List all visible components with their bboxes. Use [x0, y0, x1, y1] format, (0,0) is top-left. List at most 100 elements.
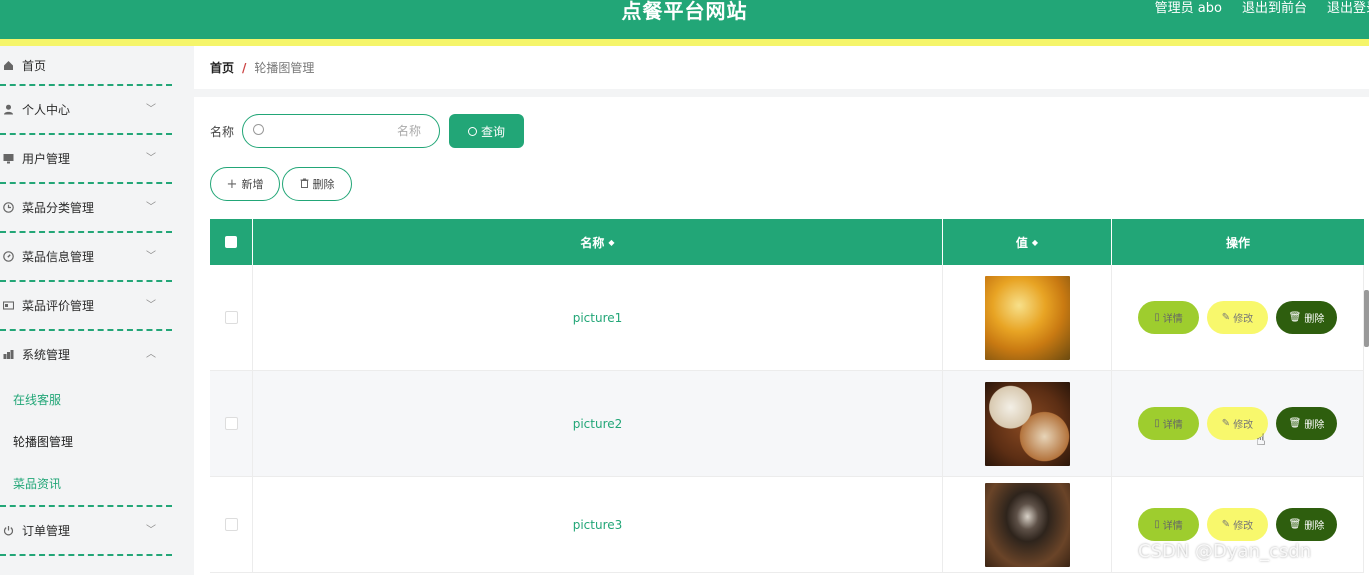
chart-icon	[2, 349, 14, 361]
sidebar-item-dish-info[interactable]: 菜品信息管理 ﹀	[0, 233, 172, 282]
ops-cell: ▯ 详情 ✎ 修改 🗑 删除	[1112, 265, 1364, 370]
delete-button[interactable]: 🗑 删除	[1276, 508, 1337, 541]
row-checkbox[interactable]	[224, 311, 238, 324]
row-actions: ▯ 详情 ✎ 修改 🗑 删除	[1138, 301, 1337, 334]
search-row: 名称 查询	[210, 114, 525, 148]
search-box[interactable]	[242, 114, 441, 148]
row-checkbox-cell	[210, 371, 253, 476]
sidebar-item-system[interactable]: 系统管理 ︿	[0, 331, 172, 378]
delete-label: 删除	[1304, 314, 1325, 325]
table-row: picture2 ▯ 详情 ✎ 修改 🗑 删除	[210, 371, 1364, 477]
document-icon: ▯	[1154, 312, 1160, 323]
row-checkbox[interactable]	[224, 518, 238, 531]
pencil-icon: ✎	[1221, 418, 1231, 429]
delete-button[interactable]: 🗑 删除	[1276, 301, 1337, 334]
pencil-icon: ✎	[1221, 519, 1231, 530]
search-icon	[253, 124, 265, 135]
vertical-scrollbar[interactable]	[1364, 290, 1369, 347]
ops-cell: ▯ 详情 ✎ 修改 🗑 删除	[1112, 371, 1364, 476]
row-name: picture3	[572, 517, 623, 532]
row-actions: ▯ 详情 ✎ 修改 🗑 删除	[1138, 407, 1337, 440]
chevron-down-icon: ﹀	[146, 300, 156, 311]
value-cell	[943, 371, 1112, 476]
trash-icon: 🗑	[1288, 519, 1302, 530]
batch-delete-button[interactable]: 删除	[282, 167, 352, 201]
name-cell: picture3	[253, 477, 943, 572]
food-thumbnail[interactable]	[984, 482, 1070, 567]
header-stripe	[0, 39, 1369, 46]
header-right: 管理员 abo 退出到前台 退出登录	[1155, 0, 1369, 22]
food-thumbnail[interactable]	[984, 275, 1070, 360]
sidebar-item-users[interactable]: 用户管理 ﹀	[0, 135, 172, 184]
edit-button[interactable]: ✎ 修改	[1207, 301, 1268, 334]
content-panel: 名称 查询 + 新增 删除	[194, 97, 1369, 575]
edit-label: 修改	[1233, 420, 1254, 431]
edit-button[interactable]: ✎ 修改	[1207, 508, 1268, 541]
home-icon	[2, 59, 14, 71]
admin-user-label: 管理员 abo	[1154, 1, 1222, 16]
chevron-down-icon: ﹀	[146, 104, 156, 115]
select-all-checkbox[interactable]	[225, 236, 237, 248]
back-to-front-link[interactable]: 退出到前台	[1242, 0, 1307, 22]
search-icon	[468, 126, 477, 136]
delete-button[interactable]: 🗑 删除	[1276, 407, 1337, 440]
logout-link[interactable]: 退出登录	[1327, 0, 1369, 22]
trash-icon	[300, 178, 309, 191]
detail-button[interactable]: ▯ 详情	[1138, 407, 1199, 440]
name-cell: picture1	[253, 265, 943, 370]
query-button[interactable]: 查询	[449, 114, 525, 148]
detail-label: 详情	[1162, 420, 1183, 431]
add-button-label: 新增	[241, 178, 264, 191]
query-button-label: 查询	[481, 124, 506, 139]
trash-icon: 🗑	[1288, 418, 1302, 429]
breadcrumb-home[interactable]: 首页	[210, 59, 234, 76]
detail-button[interactable]: ▯ 详情	[1138, 508, 1199, 541]
chevron-down-icon: ﹀	[146, 202, 156, 213]
document-icon: ▯	[1154, 519, 1160, 530]
sidebar-item-label: 首页	[22, 58, 47, 73]
breadcrumb-current: 轮播图管理	[254, 61, 315, 75]
sidebar-item-dish-review[interactable]: 菜品评价管理 ﹀	[0, 282, 172, 331]
main-area: 首页 / 轮播图管理 名称 查询 + 新增 删除	[194, 46, 1369, 575]
row-name: picture2	[572, 416, 623, 431]
value-cell	[943, 477, 1112, 572]
card-icon	[2, 300, 14, 312]
search-input[interactable]	[271, 121, 422, 141]
breadcrumb-separator: /	[242, 60, 247, 75]
row-checkbox[interactable]	[224, 417, 238, 430]
chevron-down-icon: ﹀	[146, 153, 156, 164]
sidebar-item-label: 菜品信息管理	[22, 250, 95, 264]
header-name-label: 名称	[580, 235, 605, 250]
detail-label: 详情	[1162, 521, 1183, 532]
add-button[interactable]: + 新增	[210, 167, 280, 201]
sidebar-item-orders[interactable]: 订单管理 ﹀	[0, 507, 172, 556]
header-value[interactable]: 值 ◆	[943, 219, 1112, 265]
sidebar-subitem-dish-news[interactable]: 菜品资讯	[0, 462, 172, 507]
pencil-icon: ✎	[1221, 312, 1231, 323]
action-row: + 新增 删除	[210, 167, 352, 201]
sidebar-item-label: 用户管理	[22, 152, 71, 166]
document-icon: ▯	[1154, 418, 1160, 429]
sidebar-item-profile[interactable]: 个人中心 ﹀	[0, 86, 172, 135]
food-thumbnail[interactable]	[984, 381, 1070, 466]
sidebar-item-label: 系统管理	[22, 348, 71, 362]
sidebar-item-home[interactable]: 首页	[0, 46, 172, 86]
row-name: picture1	[572, 310, 623, 325]
sidebar-subitem-online-service[interactable]: 在线客服	[0, 378, 172, 420]
edit-label: 修改	[1233, 314, 1254, 325]
sort-icon: ◆	[1031, 237, 1039, 247]
delete-label: 删除	[1304, 420, 1325, 431]
user-icon	[2, 104, 14, 116]
sort-icon: ◆	[608, 237, 615, 247]
detail-button[interactable]: ▯ 详情	[1138, 301, 1199, 334]
power-icon	[2, 525, 14, 537]
delete-button-label: 删除	[312, 178, 335, 191]
clock-icon	[2, 202, 14, 214]
sidebar-item-dish-category[interactable]: 菜品分类管理 ﹀	[0, 184, 172, 233]
header-ops: 操作	[1112, 219, 1364, 265]
row-checkbox-cell	[210, 477, 253, 572]
header-select-all[interactable]	[210, 219, 253, 265]
sidebar-subitem-carousel[interactable]: 轮播图管理	[0, 420, 172, 462]
row-actions: ▯ 详情 ✎ 修改 🗑 删除	[1138, 508, 1337, 541]
header-name[interactable]: 名称 ◆	[253, 219, 943, 265]
